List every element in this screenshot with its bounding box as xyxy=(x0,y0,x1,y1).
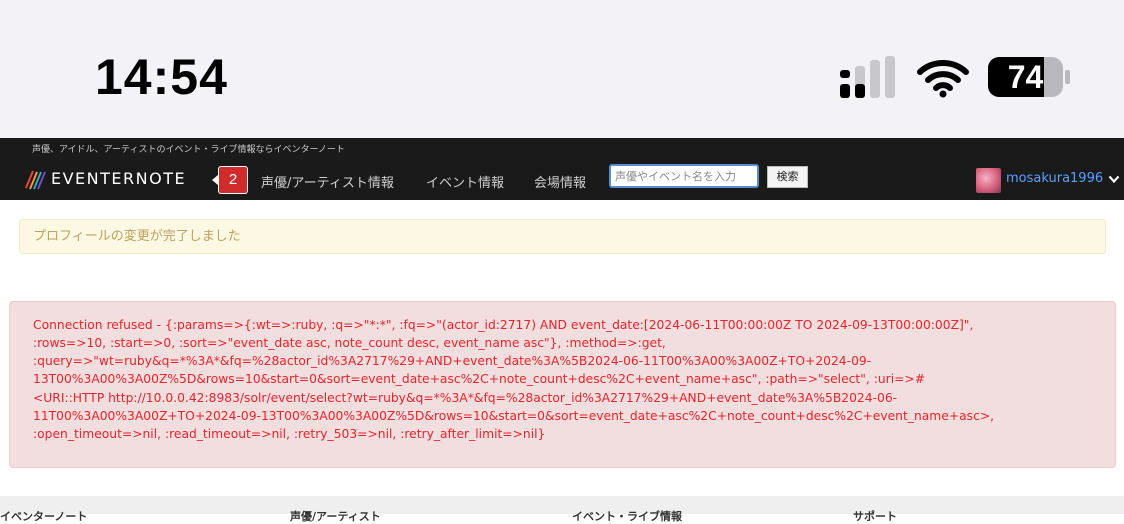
status-time: 14:54 xyxy=(95,49,228,105)
search-input[interactable] xyxy=(609,164,759,188)
nav-item-artist[interactable]: 声優/アーティスト情報 xyxy=(261,172,394,191)
battery-level: 74 xyxy=(1007,59,1044,95)
cellular-signal-icon xyxy=(840,56,895,98)
logo-text[interactable]: EVENTERNOTE xyxy=(51,169,186,188)
error-line: Connection refused - {:params=>{:wt=>:ru… xyxy=(33,318,974,332)
footer: イベンターノート 声優/アーティスト イベント・ライブ情報 サポート xyxy=(0,496,1124,523)
status-bar: 14:54 74 xyxy=(0,0,1124,138)
logo-mark-icon[interactable] xyxy=(24,168,46,190)
error-line: :open_timeout=>nil, :read_timeout=>nil, … xyxy=(33,427,546,441)
site-header: 声優、アイドル、アーティストのイベント・ライブ情報ならイベンターノート EVEN… xyxy=(0,138,1124,200)
wifi-icon xyxy=(917,60,969,98)
error-line: 11T00%3A00%3A00Z+TO+2024-09-13T00%3A00%3… xyxy=(33,409,995,423)
site-tagline: 声優、アイドル、アーティストのイベント・ライブ情報ならイベンターノート xyxy=(32,145,345,155)
footer-heading-support: サポート xyxy=(853,510,897,523)
chevron-down-icon[interactable] xyxy=(1108,175,1120,184)
username-link[interactable]: mosakura1996 xyxy=(1006,171,1103,186)
battery-icon: 74 xyxy=(987,56,1071,98)
footer-heading-artist: 声優/アーティスト xyxy=(290,510,381,523)
search-button[interactable]: 検索 xyxy=(767,166,808,188)
error-line: :query=>"wt=ruby&q=*%3A*&fq=%28actor_id%… xyxy=(33,354,872,368)
footer-heading-eventernote: イベンターノート xyxy=(0,510,88,523)
avatar[interactable] xyxy=(976,168,1001,193)
notification-badge[interactable]: 2 xyxy=(212,166,248,194)
nav-item-events[interactable]: イベント情報 xyxy=(426,172,504,191)
error-line: 13T00%3A00%3A00Z%5D&rows=10&start=0&sort… xyxy=(33,372,926,386)
error-box: Connection refused - {:params=>{:wt=>:ru… xyxy=(9,301,1116,468)
nav-item-venues[interactable]: 会場情報 xyxy=(534,172,586,191)
error-line: :rows=>10, :start=>0, :sort=>"event_date… xyxy=(33,336,666,350)
error-line: <URI::HTTP http://10.0.0.42:8983/solr/ev… xyxy=(33,391,898,405)
footer-heading-events: イベント・ライブ情報 xyxy=(572,510,682,523)
success-notice: プロフィールの変更が完了しました xyxy=(19,219,1106,254)
